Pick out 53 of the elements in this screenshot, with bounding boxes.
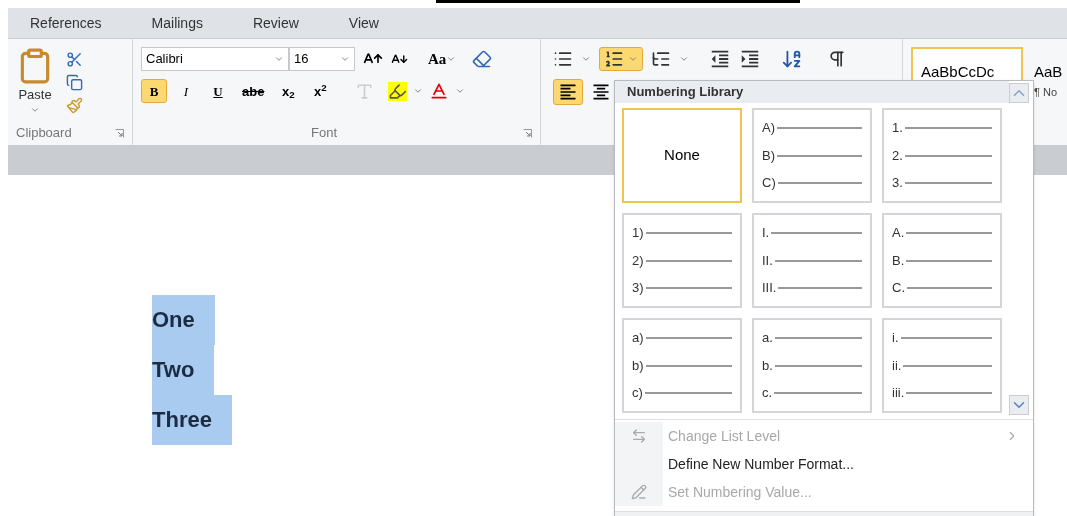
menu-item[interactable]: Define New Number Format... [615, 450, 1033, 478]
numbering-format[interactable]: 1. 2. 3. [882, 108, 1002, 203]
format-button[interactable]: I [173, 79, 199, 103]
format-button[interactable]: x$_{2}$ [275, 79, 302, 103]
numbering-format[interactable]: a. b. c. [752, 318, 872, 413]
decrease-indent-icon[interactable] [709, 48, 731, 70]
multilevel-list-icon[interactable] [651, 49, 671, 69]
ribbon-tab[interactable]: Review [252, 12, 299, 34]
numbering-format[interactable]: A. B. C. [882, 213, 1002, 308]
align-left-icon [558, 82, 578, 102]
group-label: Clipboard [16, 124, 72, 143]
numbering-format[interactable]: i. ii. iii. [882, 318, 1002, 413]
numbering-format[interactable]: a) b) c) [622, 318, 742, 413]
format-button[interactable]: abe [237, 79, 270, 103]
highlighter-icon[interactable] [388, 81, 408, 101]
document-text: One [152, 295, 215, 345]
ribbon-tab[interactable]: View [348, 12, 379, 34]
sort-icon[interactable] [781, 48, 803, 70]
group-label: Font [311, 124, 337, 143]
format-button[interactable]: x$^{2}$ [307, 79, 334, 103]
format-button[interactable]: U [205, 79, 231, 103]
font-name-field[interactable]: Calibri [141, 47, 289, 71]
dialog-launcher-icon[interactable] [115, 128, 124, 138]
increase-indent-icon[interactable] [739, 48, 761, 70]
document-text: Three [152, 395, 232, 445]
ribbon-tab[interactable]: References [30, 12, 102, 34]
list-level-icon [631, 428, 647, 444]
dialog-launcher-icon[interactable] [523, 128, 532, 138]
numbered-list-icon [604, 49, 624, 69]
eraser-icon[interactable] [472, 49, 493, 69]
numbering-value-icon [631, 484, 647, 500]
ribbon-tab[interactable]: Mailings [151, 12, 203, 34]
change-case-button[interactable]: Aa [428, 47, 457, 71]
bullets-icon[interactable] [553, 49, 573, 69]
scroll-down-icon[interactable] [1009, 395, 1029, 415]
numbering-format[interactable]: None [622, 108, 742, 203]
menu-header: Numbering Library [615, 81, 1009, 103]
copy-icon[interactable] [66, 74, 83, 91]
numbering-format[interactable]: A) B) C) [752, 108, 872, 203]
align-center-icon[interactable] [591, 82, 611, 102]
style-gallery-item[interactable]: AaB ¶ No [1032, 47, 1065, 107]
format-button[interactable]: B [141, 79, 167, 103]
numbering-format[interactable]: I. II. III. [752, 213, 872, 308]
font-size-field[interactable]: 16 [289, 47, 355, 71]
numbering-button[interactable] [599, 47, 643, 71]
align-left-button[interactable] [553, 79, 583, 105]
caret-icon [628, 54, 638, 64]
cut-icon[interactable] [66, 51, 83, 68]
paste-button[interactable]: Paste [16, 47, 54, 125]
numbering-format[interactable]: 1) 2) 3) [622, 213, 742, 308]
caret-icon [446, 54, 457, 64]
pilcrow-icon[interactable] [827, 49, 847, 69]
document-text: Two [152, 345, 215, 395]
